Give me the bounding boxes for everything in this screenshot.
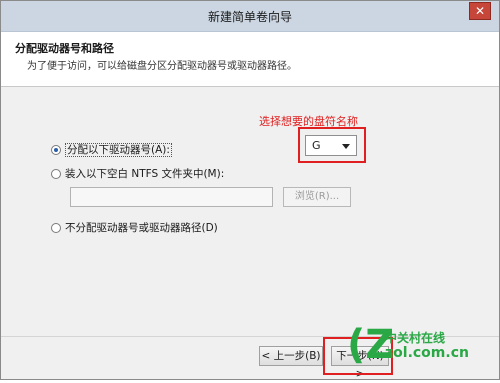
watermark-brand: 中关村在线 xyxy=(385,331,446,345)
option-label: 装入以下空白 NTFS 文件夹中(M): xyxy=(65,168,225,180)
drive-letter-value: G xyxy=(312,139,321,152)
radio-icon[interactable] xyxy=(51,223,61,233)
page-description: 为了便于访问，可以给磁盘分区分配驱动器号或驱动器路径。 xyxy=(27,61,297,72)
option-no-letter[interactable]: 不分配驱动器号或驱动器路径(D) xyxy=(51,220,218,235)
page-title: 分配驱动器号和路径 xyxy=(15,42,114,55)
option-label: 分配以下驱动器号(A): xyxy=(65,143,172,157)
folder-path-input[interactable] xyxy=(70,187,273,207)
window-title: 新建简单卷向导 xyxy=(207,10,292,24)
title-bar: 新建简单卷向导 ✕ xyxy=(1,1,499,32)
radio-icon[interactable] xyxy=(51,169,61,179)
wizard-window: 新建简单卷向导 ✕ 分配驱动器号和路径 为了便于访问，可以给磁盘分区分配驱动器号… xyxy=(0,0,500,380)
option-mount-folder[interactable]: 装入以下空白 NTFS 文件夹中(M): xyxy=(51,166,224,181)
radio-icon-selected[interactable] xyxy=(51,145,61,155)
browse-button[interactable]: 浏览(R)... xyxy=(283,187,351,207)
option-assign-letter[interactable]: 分配以下驱动器号(A): xyxy=(51,142,172,157)
wizard-header: 分配驱动器号和路径 为了便于访问，可以给磁盘分区分配驱动器号或驱动器路径。 xyxy=(1,32,499,87)
drive-letter-select[interactable]: G xyxy=(305,135,357,156)
watermark-url: zol.com.cn xyxy=(385,345,469,361)
watermark-logo: (Z 中关村在线 zol.com.cn xyxy=(347,323,497,373)
dropdown-arrow-icon xyxy=(342,144,350,149)
close-button[interactable]: ✕ xyxy=(469,2,491,20)
option-label: 不分配驱动器号或驱动器路径(D) xyxy=(65,222,218,234)
back-button[interactable]: < 上一步(B) xyxy=(259,346,323,366)
